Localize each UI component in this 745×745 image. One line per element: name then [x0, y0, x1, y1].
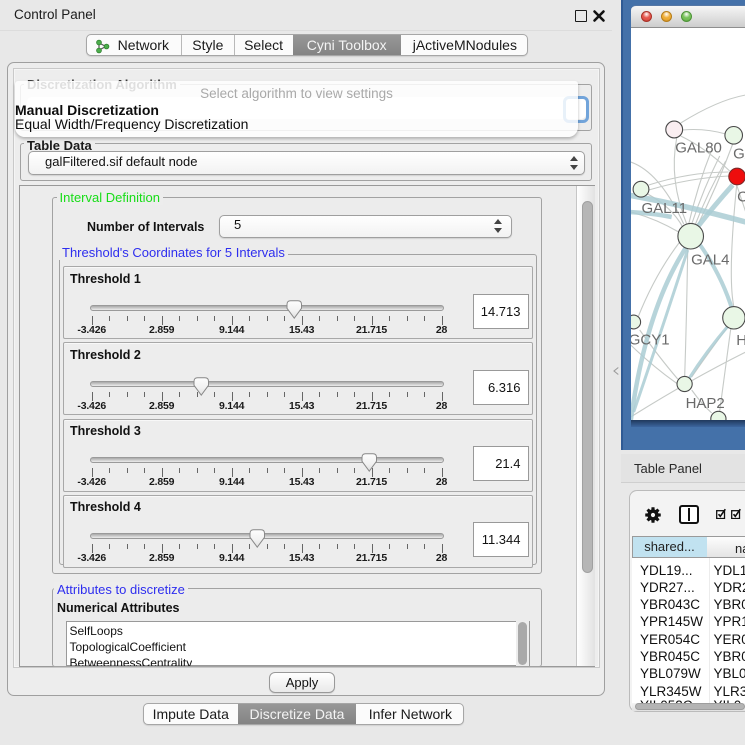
svg-text:C: C: [737, 189, 745, 206]
svg-text:HAP2: HAP2: [686, 395, 725, 412]
svg-text:GAL80: GAL80: [675, 140, 722, 157]
svg-text:GA: GA: [733, 146, 745, 163]
svg-text:GCY1: GCY1: [631, 332, 670, 349]
svg-text:GAL11: GAL11: [642, 200, 688, 217]
svg-text:GAL4: GAL4: [691, 252, 729, 269]
svg-text:H: H: [737, 332, 745, 349]
